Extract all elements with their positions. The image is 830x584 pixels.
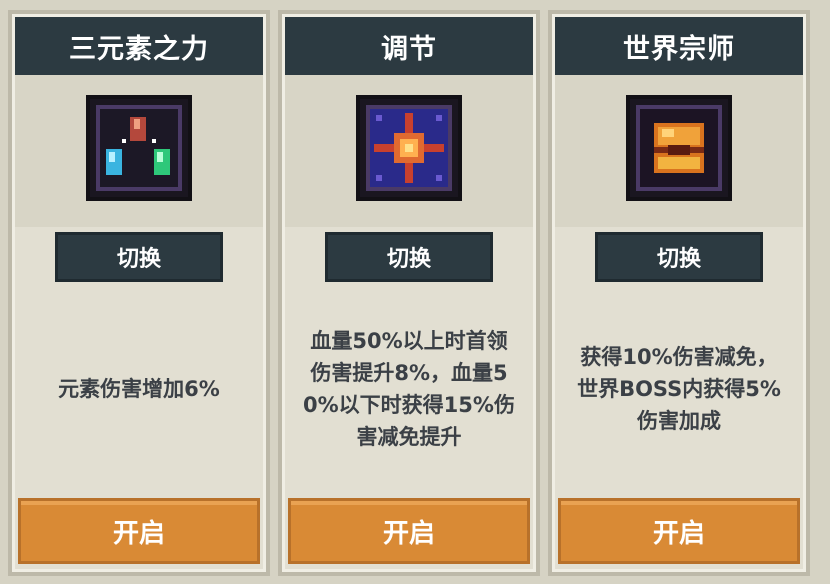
gem-graphic xyxy=(100,109,178,187)
icon-frame xyxy=(96,105,182,191)
switch-button[interactable]: 切换 xyxy=(325,232,493,282)
card-title: 调节 xyxy=(285,17,533,75)
talent-panel: 三元素之力 切换 元素伤害增加6% 开启 调节 切换 血量50%以上时首领 伤害… xyxy=(0,0,830,584)
talent-card-world-master: 世界宗师 切换 获得10%伤害减免， 世界BOSS内获得5% 伤害加成 开启 xyxy=(548,10,810,576)
open-button[interactable]: 开启 xyxy=(558,498,800,564)
chest-graphic xyxy=(640,109,718,187)
icon-well xyxy=(555,75,803,227)
card-title: 世界宗师 xyxy=(555,17,803,75)
talent-card-adjust: 调节 切换 血量50%以上时首领 伤害提升8%，血量5 0%以下时获得15%伤 … xyxy=(278,10,540,576)
open-button[interactable]: 开启 xyxy=(18,498,260,564)
card-description: 获得10%伤害减免， 世界BOSS内获得5% 伤害加成 xyxy=(577,345,781,433)
icon-well xyxy=(15,75,263,227)
card-description: 元素伤害增加6% xyxy=(58,377,220,401)
switch-button[interactable]: 切换 xyxy=(55,232,223,282)
burst-graphic xyxy=(370,109,448,187)
icon-frame xyxy=(636,105,722,191)
world-master-chest-icon xyxy=(626,95,732,201)
icon-frame xyxy=(366,105,452,191)
icon-well xyxy=(285,75,533,227)
card-description: 血量50%以上时首领 伤害提升8%，血量5 0%以下时获得15%伤 害减免提升 xyxy=(303,329,515,449)
three-elements-gem-icon xyxy=(86,95,192,201)
switch-button[interactable]: 切换 xyxy=(595,232,763,282)
card-title: 三元素之力 xyxy=(15,17,263,75)
adjust-burst-icon xyxy=(356,95,462,201)
open-button[interactable]: 开启 xyxy=(288,498,530,564)
talent-card-three-elements: 三元素之力 切换 元素伤害增加6% 开启 xyxy=(8,10,270,576)
